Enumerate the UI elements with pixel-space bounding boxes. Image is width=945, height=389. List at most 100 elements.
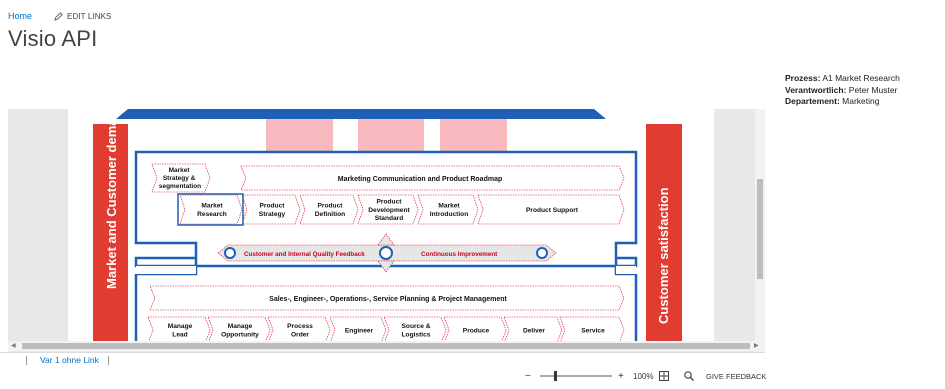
pencil-icon bbox=[54, 11, 63, 21]
process-meta: Prozess: A1 Market Research Verantwortli… bbox=[785, 73, 900, 108]
row1-label-4-0: Market bbox=[438, 203, 460, 210]
value-chain-row-2: Manage Lead Manage Opportunity Process Order E… bbox=[147, 316, 625, 344]
svg-text:MarketResearch: Market Research bbox=[197, 203, 227, 218]
prozess-label: Prozess: bbox=[785, 73, 821, 83]
quality-feedback-label: Customer and Internal Quality Feedback bbox=[244, 251, 365, 258]
visio-viewer[interactable]: Market and Customer demands Customer sat… bbox=[8, 109, 763, 352]
roof-shape bbox=[116, 109, 606, 119]
marketing-communication-chevron[interactable]: Marketing Communication and Product Road… bbox=[240, 165, 625, 191]
zoom-slider-thumb[interactable] bbox=[554, 371, 557, 381]
row1-label-5-0: Product Support bbox=[526, 207, 579, 214]
svg-text:Deliver: Deliver bbox=[523, 327, 545, 334]
horizontal-scrollbar[interactable]: ◀ ▶ bbox=[8, 341, 763, 351]
row1-chevron-5[interactable]: Product Support bbox=[477, 194, 625, 225]
row2-label-0-0: Manage bbox=[168, 323, 193, 330]
departement-label: Departement: bbox=[785, 96, 840, 106]
diagram-canvas[interactable]: Market and Customer demands Customer sat… bbox=[68, 109, 714, 344]
row1-label-3-1: Development bbox=[368, 207, 410, 214]
scroll-right-icon[interactable]: ▶ bbox=[754, 342, 759, 349]
row1-chevron-3[interactable]: Product Development Standard bbox=[357, 194, 419, 225]
home-link[interactable]: Home bbox=[8, 11, 32, 21]
zoom-level-wrapper: 100% bbox=[633, 370, 653, 382]
zoom-out-button[interactable]: − bbox=[525, 371, 531, 382]
row2-label-1-1: Opportunity bbox=[221, 332, 259, 339]
zoom-slider[interactable] bbox=[540, 370, 612, 382]
departement-value: Marketing bbox=[842, 96, 880, 106]
edit-links-button[interactable]: EDIT LINKS bbox=[54, 12, 111, 21]
row1-chevron-0[interactable]: Market Research bbox=[179, 194, 243, 225]
fit-page-wrapper bbox=[659, 370, 669, 382]
row2-label-1-0: Manage bbox=[228, 323, 253, 330]
pink-block-3 bbox=[440, 119, 507, 152]
row2-chevron-7[interactable]: Service bbox=[559, 316, 625, 344]
continuous-improvement-label: Continuous Improvement bbox=[421, 251, 498, 258]
horizontal-scroll-thumb[interactable] bbox=[22, 343, 750, 349]
row2-chevron-0[interactable]: Manage Lead bbox=[147, 316, 211, 344]
row1-label-1-0: Product bbox=[260, 203, 286, 210]
fit-page-icon[interactable] bbox=[659, 371, 669, 381]
row2-label-2-1: Order bbox=[291, 332, 309, 339]
row2-chevron-1[interactable]: Manage Opportunity bbox=[207, 316, 271, 344]
zoom-level: 100% bbox=[633, 371, 654, 381]
row2-label-4-0: Source & bbox=[402, 323, 431, 330]
sheet-tab-bar: Var 1 ohne Link bbox=[0, 352, 765, 366]
vertical-scroll-thumb[interactable] bbox=[757, 179, 763, 279]
value-chain-row-1: Market ResearchProduct StrategyProduct Defi… bbox=[179, 194, 625, 225]
row2-label-6-0: Deliver bbox=[523, 327, 545, 334]
row2-chevron-5[interactable]: Produce bbox=[443, 316, 507, 344]
svg-text:Product Support: Product Support bbox=[526, 207, 579, 214]
feedback-wrapper: GIVE FEEDBACK bbox=[706, 370, 766, 382]
row1-chevron-2[interactable]: Product Definition bbox=[299, 194, 359, 225]
marketing-comm-label: Marketing Communication and Product Road… bbox=[338, 176, 503, 183]
edit-links-label: EDIT LINKS bbox=[67, 11, 112, 21]
row1-label-0-1: Research bbox=[197, 211, 227, 218]
svg-text:Source &Logistics: Source & Logistics bbox=[402, 323, 431, 338]
zoom-slider-track[interactable] bbox=[540, 371, 612, 381]
strategy-chevron[interactable]: Market Strategy & segmentation bbox=[151, 163, 211, 193]
row2-label-5-0: Produce bbox=[463, 327, 490, 334]
pink-block-1 bbox=[266, 119, 333, 152]
row1-chevron-1[interactable]: Product Strategy bbox=[241, 194, 301, 225]
row1-label-2-0: Product bbox=[318, 203, 344, 210]
row2-label-3-0: Engineer bbox=[345, 327, 374, 334]
row1-label-4-1: Introduction bbox=[430, 211, 468, 218]
verantwortlich-value: Peter Muster bbox=[848, 84, 898, 95]
tab-separator bbox=[108, 356, 109, 365]
vertical-scrollbar[interactable] bbox=[755, 109, 765, 352]
row2-chevron-6[interactable]: Deliver bbox=[503, 316, 563, 344]
row1-label-0-0: Market bbox=[201, 203, 223, 210]
row2-chevron-2[interactable]: Process Order bbox=[267, 316, 331, 344]
feedback-node-center bbox=[379, 246, 393, 260]
feedback-node-right bbox=[536, 247, 548, 259]
zoom-magnifier-icon[interactable] bbox=[684, 371, 694, 381]
row1-label-2-1: Definition bbox=[315, 211, 345, 218]
row1-label-3-0: Product bbox=[377, 198, 403, 205]
row2-label-0-1: Lead bbox=[172, 332, 187, 339]
zoom-in-wrapper: + bbox=[618, 370, 624, 382]
left-banner-label: Market and Customer demands bbox=[104, 109, 119, 289]
sales-planning-chevron[interactable]: Sales-, Engineer-, Operations-, Service … bbox=[149, 285, 625, 311]
row2-chevron-4[interactable]: Source & Logistics bbox=[383, 316, 447, 344]
row2-label-2-0: Process bbox=[287, 323, 313, 330]
row2-chevron-3[interactable]: Engineer bbox=[329, 316, 387, 344]
zoom-search-wrapper bbox=[684, 370, 694, 382]
svg-text:Engineer: Engineer bbox=[345, 327, 374, 334]
zoom-controls: − bbox=[525, 370, 531, 382]
svg-text:Market and Customer demands: Market and Customer demands bbox=[104, 109, 119, 289]
svg-text:ProductStrategy: Product Strategy bbox=[259, 203, 286, 218]
page-title: Visio API bbox=[8, 26, 98, 51]
give-feedback-link[interactable]: GIVE FEEDBACK bbox=[706, 372, 766, 381]
row1-label-3-2: Standard bbox=[375, 215, 404, 222]
feedback-node-left bbox=[224, 247, 236, 259]
tab-separator bbox=[26, 356, 27, 365]
strategy-line-3: segmentation bbox=[159, 183, 201, 190]
strategy-line-2: Strategy & bbox=[163, 175, 196, 182]
row1-label-1-1: Strategy bbox=[259, 211, 286, 218]
row2-label-7-0: Service bbox=[581, 327, 605, 334]
svg-text:ProductDefinition: Product Definition bbox=[315, 203, 345, 218]
zoom-in-button[interactable]: + bbox=[618, 371, 624, 382]
sheet-tab-var1[interactable]: Var 1 ohne Link bbox=[40, 355, 99, 365]
scroll-left-icon[interactable]: ◀ bbox=[11, 342, 16, 349]
row1-chevron-4[interactable]: Market Introduction bbox=[417, 194, 479, 225]
pink-block-2 bbox=[358, 119, 424, 152]
